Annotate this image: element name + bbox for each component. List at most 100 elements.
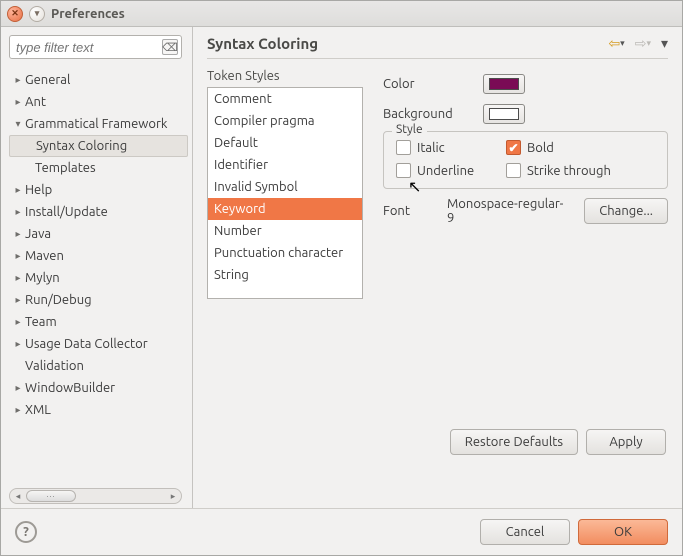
cancel-button[interactable]: Cancel (480, 519, 570, 545)
tree-item[interactable]: ▾Grammatical Framework (9, 113, 188, 135)
tree-item[interactable]: ▸General (9, 69, 188, 91)
footer-left: ? (15, 521, 37, 543)
tree-item-label: Team (25, 315, 57, 329)
filter-wrap: ⌫ (9, 35, 182, 59)
underline-label: Underline (417, 164, 474, 178)
apply-button[interactable]: Apply (586, 429, 666, 455)
footer: ? Cancel OK (1, 508, 682, 555)
horizontal-scrollbar[interactable]: ◂ ··· ▸ (9, 488, 182, 504)
tree-item[interactable]: Validation (9, 355, 188, 377)
token-list-item[interactable]: Identifier (208, 154, 362, 176)
tree-item[interactable]: ▸Usage Data Collector (9, 333, 188, 355)
help-icon[interactable]: ? (15, 521, 37, 543)
checkbox-icon (396, 163, 411, 178)
tree-item-label: Validation (25, 359, 84, 373)
filter-input[interactable] (9, 35, 182, 59)
checkbox-icon (506, 163, 521, 178)
chevron-down-icon[interactable]: ▾ (11, 118, 25, 130)
sidebar: ⌫ ▸General▸Ant▾Grammatical FrameworkSynt… (1, 27, 193, 508)
ok-button[interactable]: OK (578, 519, 668, 545)
tree-item[interactable]: ▸Help (9, 179, 188, 201)
chevron-right-icon[interactable]: ▸ (11, 338, 25, 350)
token-list-item[interactable]: Compiler pragma (208, 110, 362, 132)
font-label: Font (383, 204, 433, 218)
scroll-left-icon[interactable]: ◂ (12, 490, 24, 502)
token-list-item[interactable]: Keyword (208, 198, 362, 220)
tree-item[interactable]: ▸Run/Debug (9, 289, 188, 311)
tree-item[interactable]: ▸Mylyn (9, 267, 188, 289)
chevron-right-icon[interactable]: ▸ (11, 206, 25, 218)
chevron-right-icon[interactable]: ▸ (11, 184, 25, 196)
cursor-icon: ↖ (408, 177, 421, 196)
forward-icon[interactable]: ⇨▾ (635, 35, 651, 52)
chevron-right-icon[interactable]: ▸ (11, 228, 25, 240)
tree-item-label: Ant (25, 95, 46, 109)
content: Token Styles CommentCompiler pragmaDefau… (207, 69, 668, 299)
strike-checkbox[interactable]: Strike through (506, 163, 655, 178)
font-value: Monospace-regular-9 (447, 197, 570, 225)
restore-defaults-button[interactable]: Restore Defaults (450, 429, 578, 455)
token-list-item[interactable]: Invalid Symbol (208, 176, 362, 198)
italic-label: Italic (417, 141, 445, 155)
tree-item-label: Grammatical Framework (25, 117, 167, 131)
color-label: Color (383, 77, 469, 91)
tree-item-label: Java (25, 227, 51, 241)
italic-checkbox[interactable]: Italic (396, 140, 506, 155)
change-font-button[interactable]: Change... (584, 198, 668, 224)
header-nav: ⇦▾ ⇨▾ ▾ (608, 35, 668, 52)
token-list-item[interactable]: Default (208, 132, 362, 154)
tree-item-label: Usage Data Collector (25, 337, 148, 351)
chevron-right-icon[interactable]: ▸ (11, 96, 25, 108)
bold-checkbox[interactable]: ✔ Bold (506, 140, 655, 155)
preferences-window: ✕ ▾ Preferences ⌫ ▸General▸Ant▾Grammatic… (0, 0, 683, 556)
chevron-right-icon[interactable]: ▸ (11, 294, 25, 306)
background-label: Background (383, 107, 469, 121)
tree-item[interactable]: ▸Team (9, 311, 188, 333)
tree-item-label: XML (25, 403, 51, 417)
tree-item[interactable]: ▸Ant (9, 91, 188, 113)
checkbox-icon (396, 140, 411, 155)
token-list-item[interactable]: Comment (208, 88, 362, 110)
token-list-item[interactable]: Number (208, 220, 362, 242)
font-row: Font Monospace-regular-9 Change... (383, 197, 668, 225)
style-fieldset: Style Italic ✔ Bold (383, 131, 668, 189)
tree-item-label: WindowBuilder (25, 381, 115, 395)
scrollbar-thumb[interactable]: ··· (26, 490, 76, 502)
token-list-item[interactable]: String (208, 264, 362, 286)
chevron-right-icon[interactable]: ▸ (11, 272, 25, 284)
tree-item[interactable]: ▸WindowBuilder (9, 377, 188, 399)
clear-filter-icon[interactable]: ⌫ (162, 39, 178, 55)
tree-item-label: Install/Update (25, 205, 108, 219)
page-buttons: Restore Defaults Apply (207, 429, 668, 455)
main-header: Syntax Coloring ⇦▾ ⇨▾ ▾ (207, 35, 668, 59)
chevron-right-icon[interactable]: ▸ (11, 316, 25, 328)
chevron-right-icon[interactable]: ▸ (11, 404, 25, 416)
tree-item-label: Run/Debug (25, 293, 92, 307)
background-swatch (489, 108, 519, 120)
tree-item-label: Mylyn (25, 271, 60, 285)
background-button[interactable] (483, 104, 525, 124)
underline-checkbox[interactable]: Underline ↖ (396, 163, 506, 178)
tree-item[interactable]: ▸XML (9, 399, 188, 421)
checkbox-icon: ✔ (506, 140, 521, 155)
close-icon[interactable]: ✕ (7, 6, 23, 22)
tree-item[interactable]: ▸Java (9, 223, 188, 245)
chevron-right-icon[interactable]: ▸ (11, 382, 25, 394)
tree-item[interactable]: ▸Install/Update (9, 201, 188, 223)
token-list-item[interactable]: Punctuation character (208, 242, 362, 264)
back-icon[interactable]: ⇦▾ (608, 35, 624, 52)
window-body: ⌫ ▸General▸Ant▾Grammatical FrameworkSynt… (1, 27, 682, 508)
scroll-right-icon[interactable]: ▸ (167, 490, 179, 502)
chevron-right-icon[interactable]: ▸ (11, 74, 25, 86)
color-button[interactable] (483, 74, 525, 94)
tree-child-item[interactable]: Templates (9, 157, 188, 179)
strike-label: Strike through (527, 164, 611, 178)
tree-item[interactable]: ▸Maven (9, 245, 188, 267)
category-tree[interactable]: ▸General▸Ant▾Grammatical FrameworkSyntax… (9, 65, 188, 484)
token-listbox[interactable]: CommentCompiler pragmaDefaultIdentifierI… (207, 87, 363, 299)
color-row: Color (383, 69, 668, 99)
chevron-right-icon[interactable]: ▸ (11, 250, 25, 262)
tree-child-item[interactable]: Syntax Coloring (9, 135, 188, 157)
menu-icon[interactable]: ▾ (661, 35, 668, 52)
minimize-icon[interactable]: ▾ (29, 6, 45, 22)
